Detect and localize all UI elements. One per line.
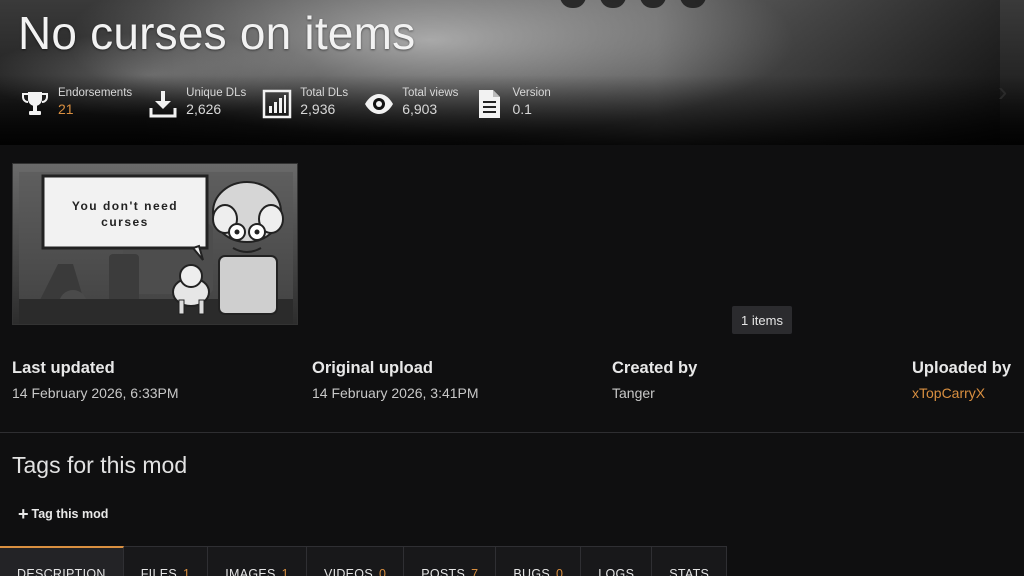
stat-total-downloads: Total DLs 2,936 <box>260 86 348 121</box>
gallery-thumbnail[interactable]: You don't need curses <box>12 163 298 325</box>
tab-label: Logs <box>598 567 635 576</box>
chevron-right-icon[interactable]: › <box>998 78 1016 106</box>
tab-logs[interactable]: Logs <box>581 546 653 576</box>
tags-heading: Tags for this mod <box>12 452 188 478</box>
stat-version: Version 0.1 <box>472 86 551 121</box>
eye-icon <box>362 87 396 121</box>
document-icon <box>472 87 506 121</box>
meta-uploaded-by: Uploaded by xTopCarryX <box>912 359 1011 401</box>
meta-value: 14 February 2026, 6:33PM <box>12 385 179 401</box>
stat-value: 2,936 <box>300 101 336 117</box>
meta-label: Original upload <box>312 359 434 377</box>
plus-icon: + <box>18 504 29 524</box>
stat-endorsements: Endorsements 21 <box>18 86 132 121</box>
tab-videos[interactable]: Videos 0 <box>306 546 405 576</box>
bar-chart-icon <box>260 87 294 121</box>
tag-button-label: Tag this mod <box>31 507 109 521</box>
meta-original-upload: Original upload 14 February 2026, 3:41PM <box>312 359 479 401</box>
speech-text-line2: curses <box>101 215 149 229</box>
tab-label: Files <box>140 567 177 576</box>
banner-decoration <box>560 0 706 8</box>
stat-unique-downloads: Unique DLs 2,626 <box>146 86 246 121</box>
tab-count: 7 <box>471 567 479 576</box>
stat-label: Total views <box>402 87 459 99</box>
stat-label: Version <box>512 87 551 99</box>
stat-total-views: Total views 6,903 <box>362 86 458 121</box>
stat-value: 6,903 <box>402 101 438 117</box>
speech-text-line1: You don't need <box>72 199 178 213</box>
page-title: No curses on items <box>18 7 416 59</box>
tab-bugs[interactable]: Bugs 0 <box>496 546 582 576</box>
tab-files[interactable]: Files 1 <box>123 546 209 576</box>
section-divider <box>0 432 1024 433</box>
meta-label: Created by <box>612 359 698 377</box>
meta-value: Tanger <box>612 385 655 401</box>
stat-label: Endorsements <box>58 87 133 99</box>
tag-this-mod-button[interactable]: + Tag this mod <box>18 504 109 524</box>
tab-label: Videos <box>323 567 373 576</box>
mod-stats: Endorsements 21 Unique DLs 2,626 Total D… <box>18 86 565 121</box>
tab-count: 0 <box>556 567 564 576</box>
tab-count: 1 <box>281 567 289 576</box>
stat-value: 2,626 <box>186 101 222 117</box>
stat-value[interactable]: 21 <box>58 101 132 118</box>
tab-posts[interactable]: Posts 7 <box>404 546 497 576</box>
tab-stats[interactable]: Stats <box>652 546 728 576</box>
meta-label: Last updated <box>12 359 115 377</box>
tab-label: Bugs <box>513 567 551 576</box>
trophy-icon <box>18 87 52 121</box>
tab-description[interactable]: Description <box>0 546 124 576</box>
tab-label: Description <box>17 567 106 576</box>
stat-label: Unique DLs <box>186 87 247 99</box>
tab-count: 0 <box>378 567 387 576</box>
meta-label: Uploaded by <box>912 359 1012 377</box>
stat-value: 0.1 <box>512 101 532 117</box>
uploader-link[interactable]: xTopCarryX <box>912 385 1011 401</box>
gallery-items-count[interactable]: 1 items <box>732 306 792 334</box>
tab-images[interactable]: Images 1 <box>208 546 307 576</box>
meta-created-by: Created by Tanger <box>612 359 697 401</box>
meta-value: 14 February 2026, 3:41PM <box>312 385 479 401</box>
tab-label: Posts <box>421 567 466 576</box>
tab-label: Images <box>225 567 276 576</box>
tab-count: 1 <box>182 567 191 576</box>
download-icon <box>146 87 180 121</box>
mod-tabs: Description Files 1 Images 1 Videos 0 Po… <box>0 546 728 576</box>
meta-last-updated: Last updated 14 February 2026, 6:33PM <box>12 359 179 401</box>
tab-label: Stats <box>669 567 710 576</box>
stat-label: Total DLs <box>300 87 349 99</box>
